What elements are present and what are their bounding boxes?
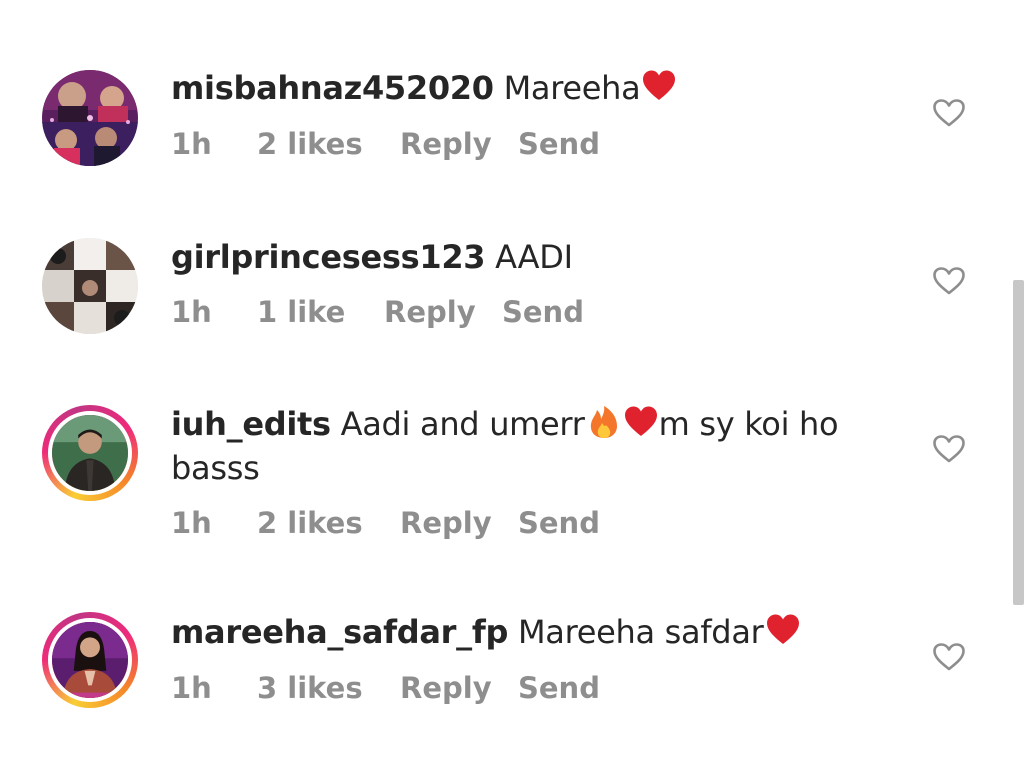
heart-outline-icon — [933, 435, 965, 463]
comment-time: 1h — [171, 671, 212, 705]
send-button[interactable]: Send — [518, 670, 600, 706]
comment-text-line2: basss — [171, 446, 260, 490]
avatar-image — [42, 70, 138, 166]
comment-text: mareeha_safdar_fp Mareeha safdar — [171, 610, 801, 654]
comment-message-continued: m sy koi ho — [658, 405, 839, 443]
username[interactable]: girlprincesess123 — [171, 238, 486, 276]
comment-message: Mareeha — [503, 69, 641, 107]
send-button[interactable]: Send — [502, 294, 584, 330]
username[interactable]: iuh_edits — [171, 405, 331, 443]
username[interactable]: mareeha_safdar_fp — [171, 613, 508, 651]
comment-text: girlprincesess123 AADI — [171, 235, 573, 279]
avatar-image — [42, 238, 138, 334]
red-heart-emoji-icon — [766, 614, 799, 644]
like-button[interactable] — [932, 642, 966, 672]
avatar[interactable] — [42, 405, 138, 501]
comment-message-wrap: basss — [171, 449, 260, 487]
likes-count[interactable]: 3 likes — [257, 670, 363, 706]
avatar[interactable] — [42, 612, 138, 708]
send-button[interactable]: Send — [518, 505, 600, 541]
comment-message: Aadi and umerr — [340, 405, 585, 443]
red-heart-emoji-icon — [643, 70, 676, 100]
comment-message: Mareeha safdar — [517, 613, 764, 651]
like-button[interactable] — [932, 266, 966, 296]
comment-time: 1h — [171, 127, 212, 161]
avatar-image — [48, 411, 132, 495]
reply-button[interactable]: Reply — [400, 126, 492, 162]
avatar-image — [48, 618, 132, 702]
username[interactable]: misbahnaz452020 — [171, 69, 494, 107]
avatar[interactable] — [42, 70, 138, 166]
comment-text: misbahnaz452020 Mareeha — [171, 66, 677, 110]
like-button[interactable] — [932, 434, 966, 464]
reply-button[interactable]: Reply — [400, 505, 492, 541]
heart-outline-icon — [933, 267, 965, 295]
heart-outline-icon — [933, 99, 965, 127]
comment-time: 1h — [171, 295, 212, 329]
red-heart-emoji-icon — [624, 406, 657, 436]
reply-button[interactable]: Reply — [400, 670, 492, 706]
likes-count[interactable]: 1 like — [257, 294, 345, 330]
fire-emoji-icon — [590, 406, 617, 438]
avatar[interactable] — [42, 238, 138, 334]
send-button[interactable]: Send — [518, 126, 600, 162]
comment-time: 1h — [171, 506, 212, 540]
likes-count[interactable]: 2 likes — [257, 126, 363, 162]
reply-button[interactable]: Reply — [384, 294, 476, 330]
like-button[interactable] — [932, 98, 966, 128]
comment-text: iuh_edits Aadi and umerr m sy koi ho — [171, 402, 839, 446]
comment-message: AADI — [495, 238, 573, 276]
heart-outline-icon — [933, 643, 965, 671]
likes-count[interactable]: 2 likes — [257, 505, 363, 541]
scrollbar-thumb[interactable] — [1013, 280, 1024, 605]
